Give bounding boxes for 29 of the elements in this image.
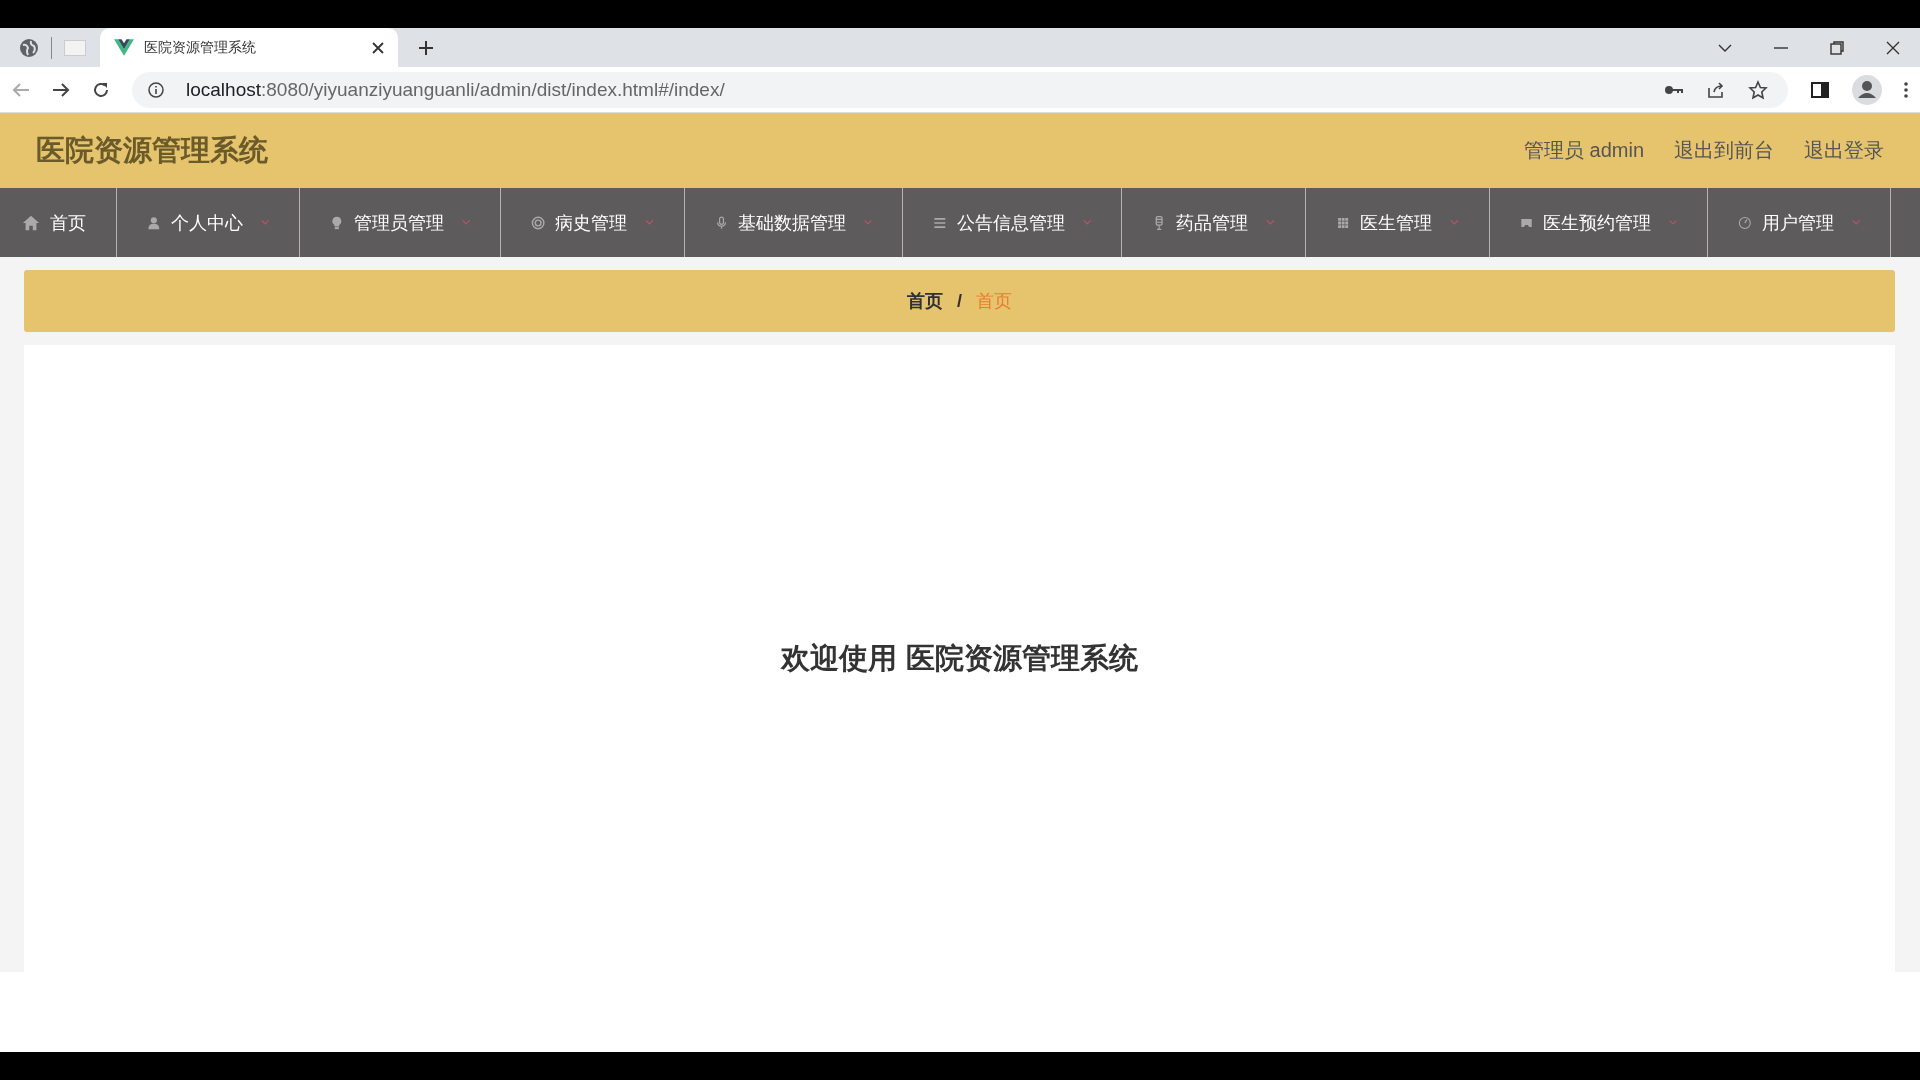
nav-icon <box>22 213 40 232</box>
welcome-text: 欢迎使用 医院资源管理系统 <box>781 640 1138 676</box>
header-link[interactable]: 退出到前台 <box>1674 137 1774 164</box>
profile-icon[interactable] <box>1852 74 1882 105</box>
close-icon[interactable] <box>372 41 384 54</box>
close-icon[interactable] <box>1886 40 1900 55</box>
forward-arrow-icon[interactable] <box>52 81 70 98</box>
breadcrumb-item[interactable]: 首页 <box>907 289 943 313</box>
share-icon[interactable] <box>1706 79 1726 100</box>
tab-title: 医院资源管理系统 <box>144 38 257 57</box>
browser-tab[interactable]: 医院资源管理系统 <box>100 28 398 67</box>
system-title: 医院资源管理系统 <box>36 132 268 168</box>
key-icon[interactable] <box>1664 83 1684 96</box>
header-link[interactable]: 退出登录 <box>1804 137 1884 164</box>
chevron-down-icon[interactable] <box>1718 43 1732 52</box>
plus-icon[interactable] <box>418 39 434 56</box>
address-field[interactable]: localhost:8080/yiyuanziyuanguanli/admin/dist/index.html#/index/ <box>132 71 1788 108</box>
side-panel-icon[interactable] <box>1810 79 1830 100</box>
star-icon[interactable] <box>1748 79 1768 100</box>
minimize-icon[interactable] <box>1774 46 1788 49</box>
reload-icon[interactable] <box>92 80 110 99</box>
more-icon[interactable] <box>1904 81 1908 98</box>
url-text: localhost:8080/yiyuanziyuanguanli/admin/dist/index.html#/index/ <box>186 78 725 101</box>
nav-icon <box>715 213 729 232</box>
breadcrumb-separator: / <box>957 290 962 312</box>
restore-icon[interactable] <box>1830 40 1844 55</box>
vue-logo-icon <box>114 39 134 56</box>
user-label: 管理员 admin <box>1523 138 1644 163</box>
info-icon <box>148 81 164 98</box>
